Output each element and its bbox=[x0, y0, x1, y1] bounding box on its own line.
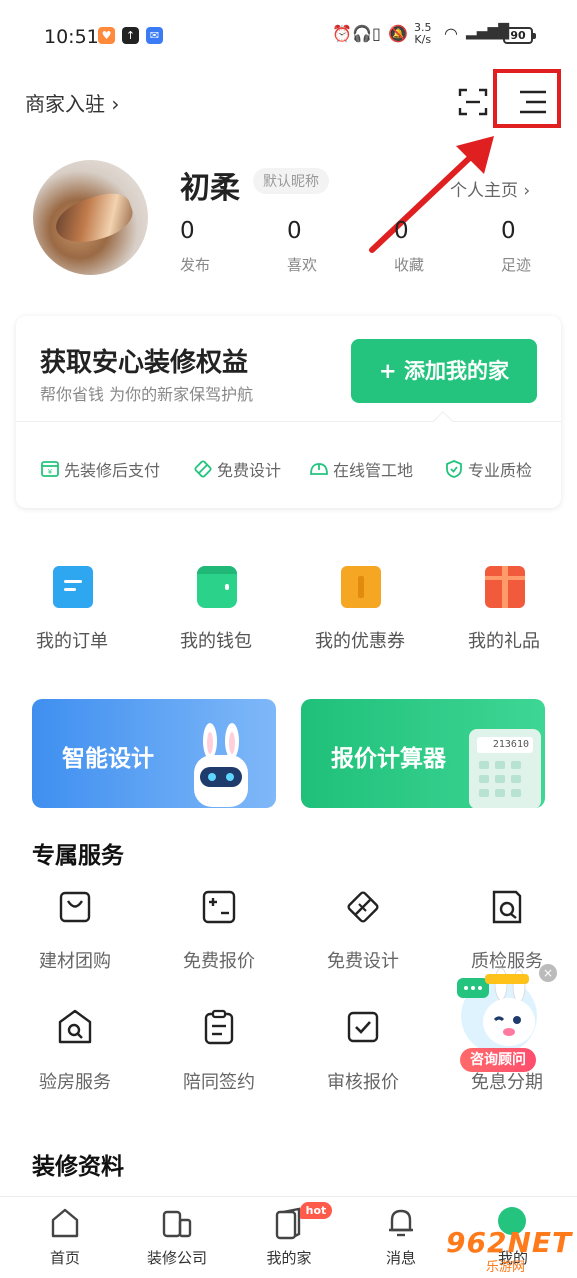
decoration-resources-title: 装修资料 bbox=[32, 1154, 124, 1180]
gift-icon[interactable] bbox=[485, 566, 525, 608]
site-watermark: 962NET 乐游网 bbox=[446, 1226, 573, 1275]
my-gifts-link[interactable]: 我的礼品 bbox=[444, 627, 564, 653]
watermark-subtitle: 乐游网 bbox=[486, 1260, 526, 1275]
calculator-icon: 213610 bbox=[469, 729, 541, 808]
helmet-icon bbox=[310, 463, 328, 475]
my-wallet-link[interactable]: 我的钱包 bbox=[156, 627, 276, 653]
bell-icon[interactable] bbox=[385, 1206, 417, 1240]
my-coupons-link[interactable]: 我的优惠券 bbox=[300, 627, 420, 653]
scan-icon[interactable] bbox=[458, 88, 488, 116]
tab-my-home[interactable]: 我的家 bbox=[244, 1247, 334, 1268]
feature-label: 在线管工地 bbox=[333, 461, 414, 480]
calculator-display: 213610 bbox=[477, 737, 533, 753]
rabbit-mascot-icon bbox=[194, 723, 248, 807]
battery-indicator: 90 bbox=[503, 27, 536, 44]
svg-text:¥: ¥ bbox=[48, 468, 53, 476]
order-icon[interactable] bbox=[53, 566, 93, 608]
upload-notification-icon: ↑ bbox=[122, 27, 139, 44]
wallet-icon[interactable] bbox=[197, 566, 237, 608]
wifi-icon: ◠ bbox=[444, 24, 458, 43]
coupon-icon[interactable] bbox=[341, 566, 381, 608]
quote-icon[interactable] bbox=[200, 888, 238, 926]
shield-icon bbox=[446, 460, 462, 478]
add-my-home-button[interactable]: + 添加我的家 bbox=[351, 339, 537, 403]
personal-homepage-link[interactable]: 个人主页 › bbox=[450, 176, 530, 201]
watermark-logo: 962NET bbox=[446, 1226, 573, 1259]
service-label[interactable]: 建材团购 bbox=[15, 947, 135, 973]
home-icon[interactable] bbox=[49, 1206, 81, 1240]
close-consult-button[interactable]: × bbox=[539, 964, 557, 982]
mute-icon: 🔕 bbox=[388, 24, 408, 43]
payment-icon: ¥ bbox=[41, 461, 59, 477]
stat-publish-count[interactable]: 0 bbox=[180, 218, 195, 244]
battery-saver-icon: ▯ bbox=[372, 24, 381, 43]
service-label[interactable]: 免费设计 bbox=[303, 947, 423, 973]
inspection-icon[interactable] bbox=[488, 888, 526, 926]
feature-label: 免费设计 bbox=[217, 461, 282, 480]
stat-history-label: 足迹 bbox=[501, 256, 532, 274]
card-divider bbox=[16, 421, 561, 422]
feature-pay-later: ¥ 先装修后支付 bbox=[40, 457, 160, 481]
review-icon[interactable] bbox=[344, 1008, 382, 1046]
stat-publish-label: 发布 bbox=[180, 256, 211, 274]
service-label[interactable]: 验房服务 bbox=[15, 1068, 135, 1094]
stat-likes-label: 喜欢 bbox=[287, 256, 318, 274]
stat-favorites-label: 收藏 bbox=[394, 256, 425, 274]
company-icon[interactable] bbox=[161, 1206, 193, 1240]
smart-design-banner[interactable]: 智能设计 bbox=[32, 699, 276, 808]
feature-free-design: 免费设计 bbox=[193, 457, 281, 481]
alarm-icon: ⏰ bbox=[332, 24, 352, 43]
quote-calculator-banner[interactable]: 报价计算器 213610 bbox=[301, 699, 545, 808]
stat-favorites-count[interactable]: 0 bbox=[394, 218, 409, 244]
stat-history-count[interactable]: 0 bbox=[501, 218, 516, 244]
merchant-join-link[interactable]: 商家入驻 › bbox=[25, 88, 119, 117]
status-time: 10:51 bbox=[44, 26, 99, 48]
exclusive-services-title: 专属服务 bbox=[32, 843, 124, 869]
contract-icon[interactable] bbox=[200, 1008, 238, 1046]
avatar[interactable] bbox=[33, 160, 148, 275]
username: 初柔 bbox=[180, 171, 240, 206]
my-orders-link[interactable]: 我的订单 bbox=[12, 627, 132, 653]
feature-online-site: 在线管工地 bbox=[309, 457, 413, 481]
feature-label: 专业质检 bbox=[468, 461, 533, 480]
mail-notification-icon: ✉ bbox=[146, 27, 163, 44]
design-icon bbox=[194, 460, 212, 478]
tab-home[interactable]: 首页 bbox=[20, 1247, 110, 1268]
tab-decoration-company[interactable]: 装修公司 bbox=[132, 1247, 222, 1268]
benefit-subtitle: 帮你省钱 为你的新家保驾护航 bbox=[40, 385, 254, 404]
feature-quality-check: 专业质检 bbox=[444, 457, 532, 481]
hot-badge: hot bbox=[300, 1202, 332, 1219]
tab-messages[interactable]: 消息 bbox=[356, 1247, 446, 1268]
headphone-icon: 🎧 bbox=[352, 24, 372, 43]
banner-title: 报价计算器 bbox=[331, 746, 446, 772]
stat-likes-count[interactable]: 0 bbox=[287, 218, 302, 244]
banner-title: 智能设计 bbox=[62, 746, 154, 772]
service-label[interactable]: 免费报价 bbox=[159, 947, 279, 973]
service-label[interactable]: 审核报价 bbox=[303, 1068, 423, 1094]
nickname-badge: 默认昵称 bbox=[253, 168, 329, 194]
service-label[interactable]: 陪同签约 bbox=[159, 1068, 279, 1094]
network-speed: 3.5 K/s bbox=[414, 21, 432, 46]
feature-label: 先装修后支付 bbox=[64, 461, 161, 480]
menu-highlight-box bbox=[493, 69, 561, 128]
design-icon[interactable] bbox=[344, 888, 382, 926]
house-inspect-icon[interactable] bbox=[56, 1008, 94, 1046]
shopping-bag-icon[interactable] bbox=[56, 888, 94, 926]
benefit-title: 获取安心装修权益 bbox=[40, 348, 249, 378]
app-notification-icon: ♥ bbox=[98, 27, 115, 44]
consult-advisor-button[interactable]: 咨询顾问 bbox=[460, 1048, 536, 1072]
